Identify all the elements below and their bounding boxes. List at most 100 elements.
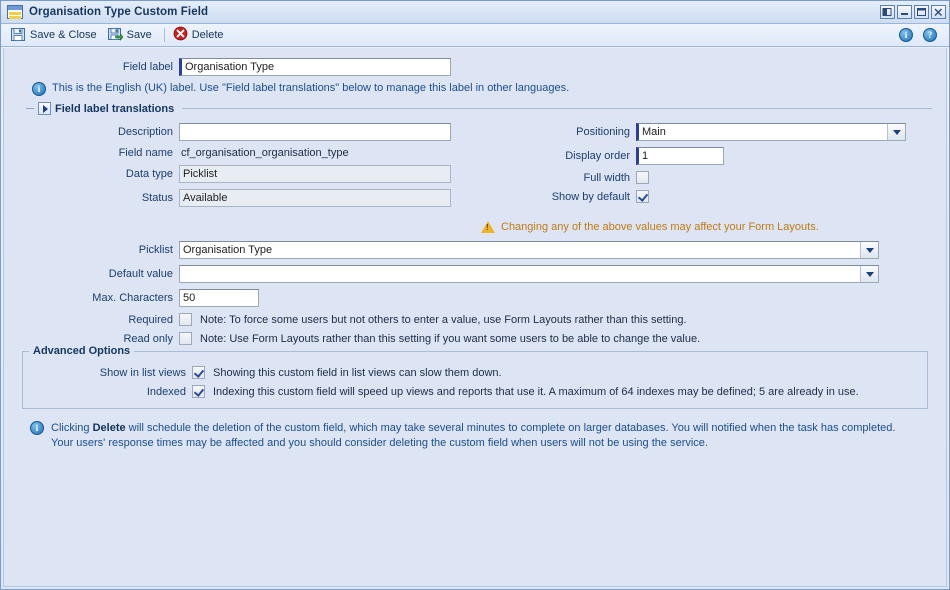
translations-title: Field label translations	[55, 102, 175, 115]
save-disk-arrow-icon	[107, 26, 124, 45]
default-value-row: Default value	[18, 265, 932, 283]
warning-triangle-icon	[481, 221, 495, 233]
read-only-note: Note: Use Form Layouts rather than this …	[200, 332, 701, 345]
description-row: Description	[18, 123, 523, 141]
show-by-default-label: Show by default	[551, 190, 630, 203]
read-only-checkbox[interactable]	[179, 332, 192, 345]
show-by-default-checkbox[interactable]	[636, 190, 649, 203]
picklist-value: Organisation Type	[183, 244, 273, 256]
status-label: Status	[141, 192, 173, 204]
field-label-info: i This is the English (UK) label. Use "F…	[32, 82, 932, 96]
info-icon: i	[32, 82, 46, 96]
max-characters-label: Max. Characters	[92, 292, 173, 304]
data-type-label: Data type	[125, 168, 173, 180]
chevron-down-icon	[887, 124, 905, 140]
field-label-info-text: This is the English (UK) label. Use "Fie…	[52, 82, 570, 94]
display-order-input[interactable]: 1	[636, 147, 724, 165]
close-button[interactable]	[931, 5, 946, 19]
form-layout-warning: Changing any of the above values may aff…	[18, 221, 932, 233]
positioning-select[interactable]: Main	[636, 123, 906, 141]
required-note: Note: To force some users but not others…	[200, 313, 687, 326]
show-in-list-views-row: Show in list views Showing this custom f…	[31, 366, 919, 379]
indexed-label: Indexed	[146, 385, 186, 398]
minimize-button[interactable]	[897, 5, 912, 19]
picklist-settings: Picklist Organisation Type Default value…	[18, 241, 932, 307]
indexed-row: Indexed Indexing this custom field will …	[31, 385, 919, 398]
description-label: Description	[117, 126, 173, 138]
right-column: Positioning Main Display order 1 Full wi…	[523, 123, 932, 213]
field-label-input[interactable]: Organisation Type	[179, 58, 451, 76]
help-icon[interactable]: ?	[923, 28, 937, 42]
save-button[interactable]: Save	[104, 25, 159, 46]
full-width-row: Full width	[523, 171, 932, 184]
left-column: Description Field name cf_organisation_o…	[18, 123, 523, 213]
delete-info-line2: Your users' response times may be affect…	[51, 437, 708, 449]
warning-text: Changing any of the above values may aff…	[501, 221, 819, 233]
delete-info-post: will schedule the deletion of the custom…	[125, 422, 896, 434]
status-row: Status Available	[18, 189, 523, 207]
field-label-label: Field label	[122, 61, 173, 73]
display-order-label: Display order	[565, 150, 630, 162]
window-title: Organisation Type Custom Field	[29, 6, 209, 18]
show-by-default-row: Show by default	[523, 190, 932, 203]
default-value-select[interactable]	[179, 265, 879, 283]
chevron-right-icon	[42, 104, 48, 113]
form-body: Field label Organisation Type i This is …	[3, 48, 947, 587]
delete-info-message: i Clicking Delete will schedule the dele…	[30, 421, 922, 451]
show-in-list-views-note: Showing this custom field in list views …	[213, 366, 502, 379]
field-label-translations-section: Field label translations	[26, 102, 932, 115]
read-only-row: Read only Note: Use Form Layouts rather …	[18, 332, 932, 345]
save-and-close-label: Save & Close	[30, 29, 97, 41]
main-toolbar: Save & Close Save Delete i ?	[1, 24, 949, 47]
window-titlebar: Organisation Type Custom Field	[1, 1, 949, 24]
max-characters-input[interactable]: 50	[179, 289, 259, 307]
status-value: Available	[179, 189, 451, 207]
save-label: Save	[126, 29, 152, 41]
required-checkbox[interactable]	[179, 313, 192, 326]
maximize-button[interactable]	[914, 5, 929, 19]
required-row: Required Note: To force some users but n…	[18, 313, 932, 326]
delete-icon	[173, 26, 188, 44]
data-type-row: Data type Picklist	[18, 165, 523, 183]
required-label: Required	[128, 313, 173, 326]
picklist-row: Picklist Organisation Type	[18, 241, 932, 259]
info-icon: i	[30, 421, 44, 435]
field-name-value: cf_organisation_organisation_type	[181, 147, 349, 159]
description-input[interactable]	[179, 123, 451, 141]
save-and-close-button[interactable]: Save & Close	[7, 25, 104, 46]
advanced-options-legend: Advanced Options	[29, 345, 135, 357]
picklist-label: Picklist	[138, 244, 173, 256]
chevron-down-icon	[860, 242, 878, 258]
default-value-label: Default value	[108, 268, 173, 280]
form-window-icon	[7, 5, 23, 19]
display-order-row: Display order 1	[523, 147, 932, 165]
picklist-select[interactable]: Organisation Type	[179, 241, 879, 259]
read-only-label: Read only	[123, 332, 173, 345]
positioning-row: Positioning Main	[523, 123, 932, 141]
expand-translations-button[interactable]	[38, 102, 51, 115]
advanced-options-fieldset: Advanced Options Show in list views Show…	[22, 345, 928, 409]
field-toggles: Required Note: To force some users but n…	[18, 313, 932, 345]
data-type-value: Picklist	[179, 165, 451, 183]
custom-field-form: Field label Organisation Type i This is …	[4, 48, 946, 451]
show-in-list-views-checkbox[interactable]	[192, 366, 205, 379]
delete-info-text: Clicking Delete will schedule the deleti…	[51, 421, 895, 451]
delete-label: Delete	[191, 29, 224, 41]
delete-info-pre: Clicking	[51, 422, 93, 434]
indexed-checkbox[interactable]	[192, 385, 205, 398]
custom-field-window: Organisation Type Custom Field Save & Cl…	[0, 0, 950, 590]
pin-button[interactable]	[880, 5, 895, 19]
indexed-note: Indexing this custom field will speed up…	[213, 385, 859, 398]
delete-button[interactable]: Delete	[170, 25, 231, 46]
full-width-checkbox[interactable]	[636, 171, 649, 184]
positioning-value: Main	[642, 126, 666, 138]
info-icon[interactable]: i	[899, 28, 913, 42]
max-characters-row: Max. Characters 50	[18, 289, 932, 307]
two-column-area: Description Field name cf_organisation_o…	[18, 123, 932, 213]
field-name-label: Field name	[118, 147, 173, 159]
section-lead-rule	[26, 108, 34, 109]
section-rule	[182, 108, 932, 109]
positioning-label: Positioning	[576, 126, 630, 138]
field-name-row: Field name cf_organisation_organisation_…	[18, 147, 523, 159]
toolbar-separator	[163, 28, 165, 42]
